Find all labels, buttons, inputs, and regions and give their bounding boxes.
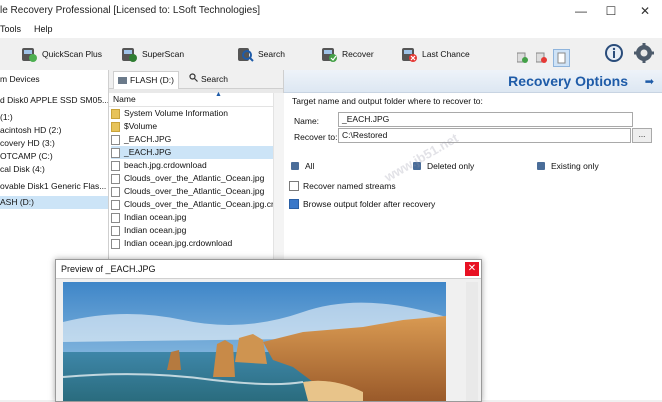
tab-strip: FLASH (D:) Search	[109, 70, 283, 89]
device-item[interactable]: d Disk0 APPLE SSD SM05...	[0, 94, 108, 107]
recover-to-label: Recover to:	[294, 132, 338, 142]
preview-scrollbar[interactable]	[466, 282, 478, 401]
file-list-item[interactable]: Indian ocean.jpg	[111, 211, 273, 224]
mark-recover-icon[interactable]	[516, 52, 528, 63]
minimize-button[interactable]: —	[566, 0, 596, 22]
menu-bar: Tools Help	[0, 22, 662, 38]
settings-gear-icon[interactable]	[634, 43, 654, 63]
file-icon	[111, 212, 120, 223]
file-list-item[interactable]: System Volume Information	[111, 107, 273, 120]
browse-output-folder-checkbox[interactable]	[289, 199, 299, 209]
preview-image	[63, 282, 446, 401]
device-item[interactable]: (1:)	[0, 111, 108, 124]
device-item-selected[interactable]: ASH (D:)	[0, 196, 108, 209]
recovery-options-title: Recovery Options	[508, 73, 628, 89]
folder-icon	[111, 108, 120, 119]
browse-button[interactable]: ...	[632, 128, 652, 143]
file-icon	[111, 160, 120, 171]
sort-arrow-icon: ▲	[215, 91, 222, 98]
file-list-item[interactable]: Clouds_over_the_Atlantic_Ocean.jpg.crdc	[111, 198, 273, 211]
filter-existing-only[interactable]: Existing only	[551, 161, 599, 171]
mark-delete-icon[interactable]	[535, 52, 547, 63]
file-list-item[interactable]: beach.jpg.crdownload	[111, 159, 273, 172]
menu-tools[interactable]: Tools	[0, 24, 21, 34]
file-list-item[interactable]: Clouds_over_the_Atlantic_Ocean.jpg	[111, 172, 273, 185]
filter-deleted-only[interactable]: Deleted only	[427, 161, 474, 171]
last-chance-icon	[400, 45, 418, 63]
file-icon	[111, 186, 120, 197]
file-list-item[interactable]: _EACH.JPG	[111, 146, 273, 159]
menu-help[interactable]: Help	[34, 24, 53, 34]
info-icon[interactable]	[604, 43, 624, 63]
search-icon	[236, 45, 254, 63]
file-icon	[111, 147, 120, 158]
device-item[interactable]: acintosh HD (2:)	[0, 124, 108, 137]
toolbar: QuickScan Plus SuperScan Search Recover …	[0, 38, 662, 71]
file-list-item[interactable]: $Volume	[111, 120, 273, 133]
recovery-options-header: Recovery Options ➡	[284, 70, 662, 93]
browse-output-folder-label: Browse output folder after recovery	[303, 199, 436, 209]
title-bar: le Recovery Professional [Licensed to: L…	[0, 0, 662, 22]
search-button[interactable]: Search	[236, 42, 285, 66]
window-title: le Recovery Professional [Licensed to: L…	[0, 5, 260, 16]
recover-to-field[interactable]: C:\Restored	[338, 128, 631, 143]
device-item[interactable]: OTCAMP (C:)	[0, 150, 108, 163]
preview-window: Preview of _EACH.JPG ✕	[55, 259, 482, 402]
file-list-item[interactable]: _EACH.JPG	[111, 133, 273, 146]
existing-filter-icon	[537, 162, 545, 170]
recover-icon	[320, 45, 338, 63]
close-button[interactable]: ✕	[630, 0, 660, 22]
device-item[interactable]: cal Disk (4:)	[0, 163, 108, 176]
quickscan-icon	[20, 45, 38, 63]
file-icon	[111, 225, 120, 236]
devices-header: m Devices	[0, 74, 40, 84]
quickscan-plus-button[interactable]: QuickScan Plus	[20, 42, 102, 66]
folder-icon	[111, 121, 120, 132]
recover-button[interactable]: Recover	[320, 42, 374, 66]
file-icon	[111, 134, 120, 145]
tab-search[interactable]: Search	[185, 71, 232, 88]
preview-close-button[interactable]: ✕	[465, 262, 479, 276]
view-document-icon[interactable]	[553, 49, 570, 67]
file-icon	[111, 199, 120, 210]
preview-title-bar: Preview of _EACH.JPG ✕	[56, 260, 481, 279]
file-list-item[interactable]: Indian ocean.jpg	[111, 224, 273, 237]
filter-all[interactable]: All	[305, 161, 314, 171]
recover-named-streams-label: Recover named streams	[303, 181, 396, 191]
tab-flash-drive[interactable]: FLASH (D:)	[113, 71, 179, 89]
file-icon	[111, 173, 120, 184]
device-item[interactable]: ovable Disk1 Generic Flas...	[0, 180, 108, 193]
all-filter-icon	[291, 162, 299, 170]
last-chance-button[interactable]: Last Chance	[400, 42, 470, 66]
recover-named-streams-checkbox[interactable]	[289, 181, 299, 191]
file-list-item[interactable]: Indian ocean.jpg.crdownload	[111, 237, 273, 250]
preview-title: Preview of _EACH.JPG	[61, 264, 156, 274]
file-list-item[interactable]: Clouds_over_the_Atlantic_Ocean.jpg	[111, 185, 273, 198]
file-icon	[111, 238, 120, 249]
column-header-name[interactable]: Name ▲	[109, 91, 277, 107]
drive-icon	[118, 77, 127, 84]
panel-arrow-icon[interactable]: ➡	[645, 75, 654, 88]
target-label: Target name and output folder where to r…	[292, 96, 483, 106]
device-item[interactable]: covery HD (3:)	[0, 137, 108, 150]
name-field[interactable]: _EACH.JPG	[338, 112, 633, 127]
name-label: Name:	[294, 116, 320, 126]
search-icon	[189, 71, 198, 88]
maximize-button[interactable]: ☐	[596, 0, 626, 22]
superscan-icon	[120, 45, 138, 63]
superscan-button[interactable]: SuperScan	[120, 42, 184, 66]
